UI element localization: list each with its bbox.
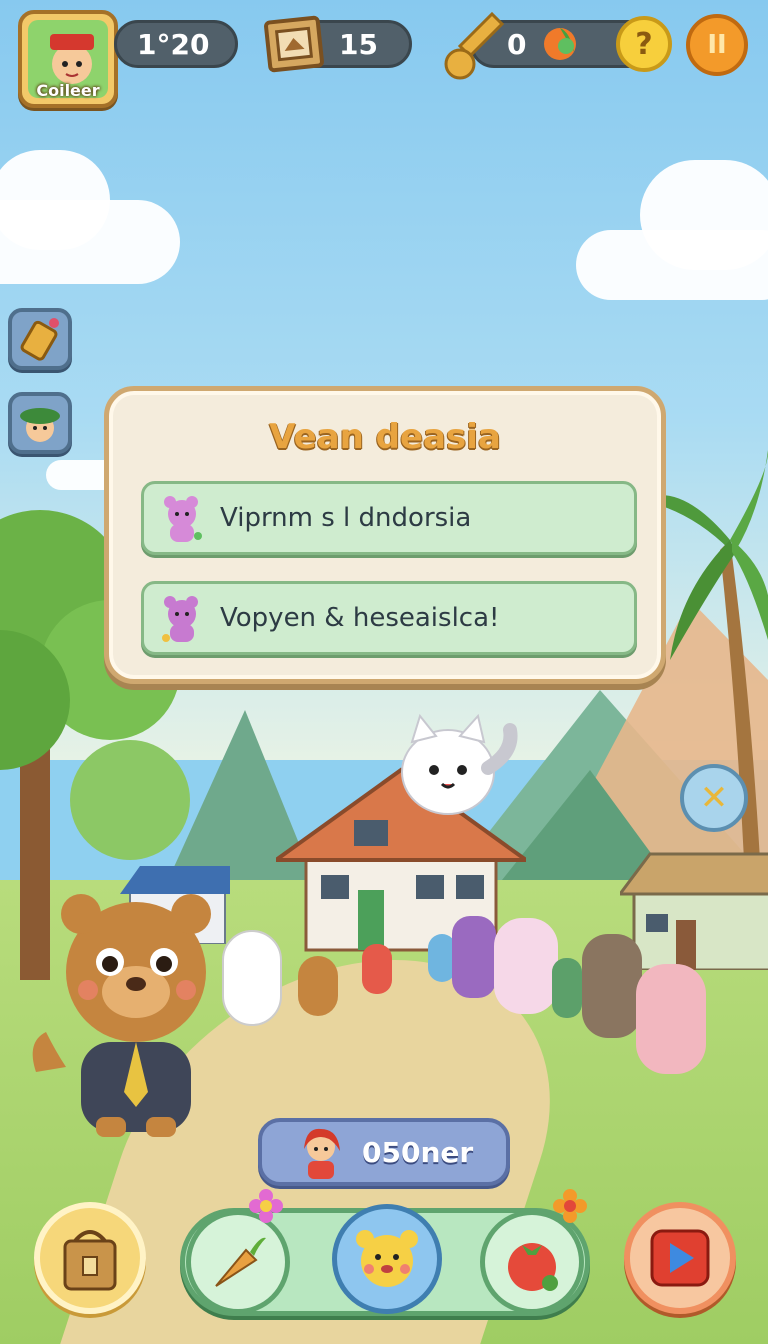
cloud-left-top xyxy=(0,150,110,250)
avatar-label: Coileer xyxy=(36,81,100,100)
help-symbol: ? xyxy=(635,26,653,62)
dialog-title: Vean deasia xyxy=(269,417,501,457)
crates-value: 15 xyxy=(339,27,378,61)
tomato-slot[interactable] xyxy=(480,1210,584,1314)
pink-bear-icon xyxy=(164,496,202,542)
golden-key-icon xyxy=(444,11,505,80)
key-quest-button[interactable] xyxy=(8,308,72,370)
explorer-face-icon xyxy=(20,408,60,442)
coins-counter: 1°20 xyxy=(114,20,238,68)
close-button[interactable]: ✕ xyxy=(680,764,748,832)
carrot-icon xyxy=(215,1237,266,1287)
right-house xyxy=(620,852,768,970)
close-icon: ✕ xyxy=(699,778,729,818)
key-tag-icon xyxy=(20,318,59,361)
character-button[interactable] xyxy=(8,392,72,454)
bear-face-slot[interactable] xyxy=(332,1204,442,1314)
tomato-icon xyxy=(508,1243,558,1291)
bear-character xyxy=(32,894,211,1137)
dialog-option-2[interactable]: Vopyen & heseaislca! xyxy=(141,581,637,655)
carrot-slot[interactable] xyxy=(186,1210,290,1314)
coins-value: 1°20 xyxy=(137,27,210,61)
dialog-option-1[interactable]: Viprnm s l dndorsia xyxy=(141,481,637,555)
bear-face-icon xyxy=(356,1230,418,1287)
player-name: 050ner xyxy=(362,1135,474,1169)
pause-button[interactable]: II xyxy=(686,14,748,76)
player-avatar-button[interactable]: Coileer xyxy=(18,10,118,108)
help-button[interactable]: ? xyxy=(616,16,672,72)
crate-icon xyxy=(264,15,324,73)
keys-value: 0 xyxy=(507,27,527,61)
player-name-badge: 050ner xyxy=(258,1118,510,1186)
inventory-button[interactable] xyxy=(34,1202,146,1314)
pause-symbol: II xyxy=(707,30,727,60)
play-icon xyxy=(650,1229,710,1287)
choice-dialog: Vean deasia Viprnm s l dndorsia Vopyen &… xyxy=(104,386,666,684)
dialog-option-1-label: Viprnm s l dndorsia xyxy=(220,503,472,533)
dialog-option-2-label: Vopyen & heseaislca! xyxy=(220,603,500,633)
red-hair-girl-icon xyxy=(304,1128,340,1179)
play-button[interactable] xyxy=(624,1202,736,1314)
orange-flower-icon xyxy=(553,1189,587,1223)
white-cat-character xyxy=(401,713,518,815)
inventory-bag-icon xyxy=(63,1230,117,1291)
cloud-right-top xyxy=(640,160,768,270)
fruit-icon xyxy=(544,28,576,60)
purple-bear-icon xyxy=(162,596,198,642)
pink-flower-icon xyxy=(249,1189,283,1223)
